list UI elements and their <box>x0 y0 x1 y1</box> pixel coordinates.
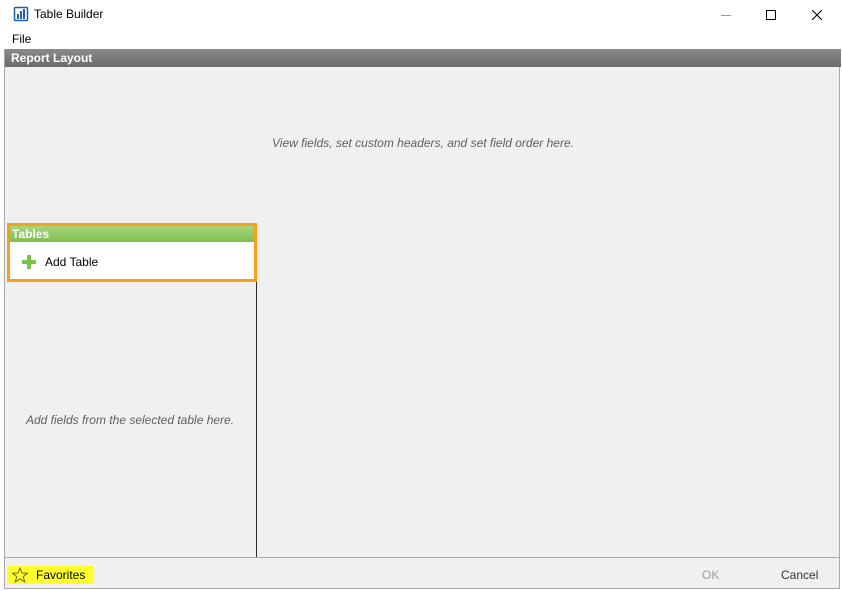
tables-title: Tables <box>12 227 50 241</box>
footer-bar: Favorites OK Cancel <box>5 557 839 588</box>
title-bar[interactable]: Table Builder <box>0 0 842 30</box>
report-layout-title: Report Layout <box>11 51 93 65</box>
minimize-icon <box>721 15 731 16</box>
star-icon <box>12 567 28 583</box>
fields-hint: Add fields from the selected table here. <box>25 413 235 427</box>
add-table-label: Add Table <box>45 255 99 269</box>
menu-item-file[interactable]: File <box>12 32 31 46</box>
window-title: Table Builder <box>34 7 104 21</box>
minimize-button[interactable] <box>703 0 749 30</box>
report-layout-header: Report Layout <box>5 49 841 67</box>
table-builder-icon <box>13 6 29 22</box>
plus-icon <box>22 255 36 269</box>
menu-bar: File <box>4 31 840 49</box>
tables-panel: Tables Add Table Add fields from the sel… <box>5 223 257 557</box>
table-builder-window: Table Builder File Report Layout View fi… <box>0 0 842 591</box>
ok-button[interactable]: OK <box>702 568 719 582</box>
favorites-button[interactable]: Favorites <box>7 566 93 584</box>
add-table-button[interactable]: Add Table <box>22 253 98 271</box>
maximize-icon <box>766 10 776 20</box>
close-button[interactable] <box>794 0 840 30</box>
report-layout-hint: View fields, set custom headers, and set… <box>272 136 574 150</box>
favorites-label: Favorites <box>36 568 86 582</box>
tables-box: Tables Add Table <box>7 223 257 282</box>
cancel-button[interactable]: Cancel <box>781 568 818 582</box>
client-area: Report Layout View fields, set custom he… <box>4 49 841 589</box>
close-icon <box>812 10 822 20</box>
tables-header: Tables <box>10 226 254 242</box>
maximize-button[interactable] <box>748 0 794 30</box>
